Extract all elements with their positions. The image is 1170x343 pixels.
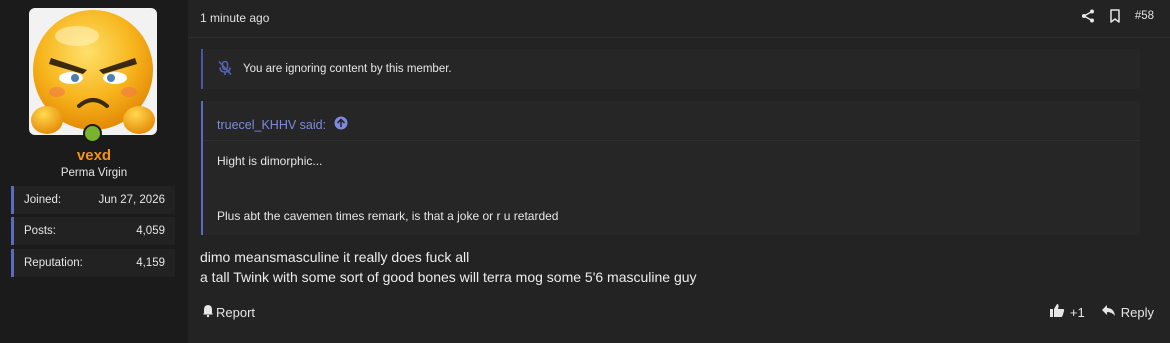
forum-post: vexd Perma Virgin Joined: Jun 27, 2026 P… xyxy=(0,0,1170,343)
reply-icon xyxy=(1101,304,1116,320)
stat-posts: Posts: 4,059 xyxy=(11,217,175,245)
bookmark-icon[interactable] xyxy=(1109,9,1121,23)
post-message: dimo meansmasculine it really does fuck … xyxy=(200,247,697,287)
username[interactable]: vexd xyxy=(0,147,188,164)
reply-button[interactable]: Reply xyxy=(1101,304,1154,320)
quote-author[interactable]: truecel_KHHV said: xyxy=(217,118,326,132)
thumbs-up-icon xyxy=(1049,303,1065,321)
stat-label: Posts: xyxy=(24,225,56,237)
message-line: dimo meansmasculine it really does fuck … xyxy=(200,249,470,265)
online-status-indicator xyxy=(83,124,102,143)
user-title: Perma Virgin xyxy=(60,167,128,179)
quote-block: truecel_KHHV said: Hight is dimorphic...… xyxy=(201,101,1140,235)
quote-divider xyxy=(203,140,1140,141)
reply-label: Reply xyxy=(1120,304,1154,320)
user-sidebar: vexd Perma Virgin Joined: Jun 27, 2026 P… xyxy=(0,0,188,343)
angry-emoji-avatar xyxy=(31,10,155,134)
report-label: Report xyxy=(216,304,256,320)
avatar[interactable] xyxy=(29,8,157,135)
stat-joined: Joined: Jun 27, 2026 xyxy=(11,186,175,214)
post-main: 1 minute ago #58 You are ignoring conten… xyxy=(188,0,1170,343)
stat-value: Jun 27, 2026 xyxy=(98,194,165,206)
stat-value: 4,159 xyxy=(136,257,165,269)
post-header-actions: #58 xyxy=(1081,9,1154,23)
stat-label: Reputation: xyxy=(24,257,83,269)
message-line: a tall Twink with some sort of good bone… xyxy=(200,269,697,285)
arrow-up-circle-icon[interactable] xyxy=(334,116,348,133)
quote-header[interactable]: truecel_KHHV said: xyxy=(217,116,348,133)
stat-reputation: Reputation: 4,159 xyxy=(11,249,175,277)
ignored-notice-text: You are ignoring content by this member. xyxy=(243,63,452,75)
post-footer-actions: +1 Reply xyxy=(1049,303,1154,321)
like-button[interactable]: +1 xyxy=(1049,303,1085,321)
post-header: 1 minute ago #58 xyxy=(188,0,1170,38)
post-timestamp[interactable]: 1 minute ago xyxy=(200,11,269,25)
ignored-content-notice[interactable]: You are ignoring content by this member. xyxy=(201,49,1140,89)
like-count: +1 xyxy=(1069,304,1085,320)
stat-label: Joined: xyxy=(24,194,62,206)
flag-icon xyxy=(202,304,214,320)
quote-text: Hight is dimorphic... xyxy=(217,154,323,168)
post-number[interactable]: #58 xyxy=(1135,10,1154,22)
report-button[interactable]: Report xyxy=(202,304,255,320)
mic-off-icon xyxy=(217,60,243,79)
stat-value: 4,059 xyxy=(136,225,165,237)
quote-text: Plus abt the cavemen times remark, is th… xyxy=(217,209,559,223)
share-icon[interactable] xyxy=(1081,9,1095,23)
